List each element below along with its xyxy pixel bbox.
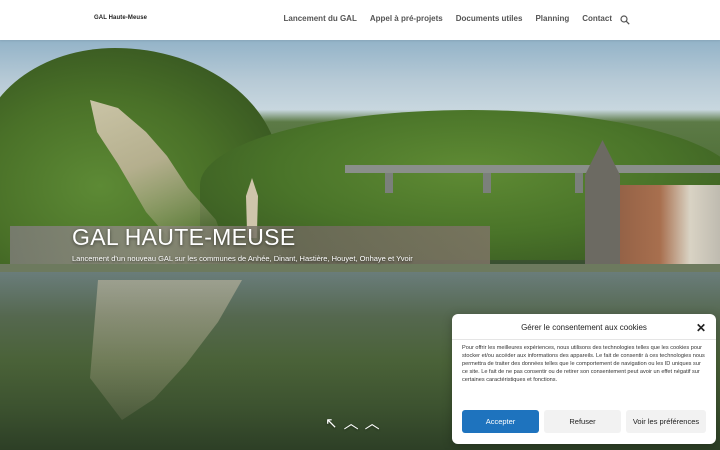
cookie-consent-dialog: Gérer le consentement aux cookies ✕ Pour… <box>452 314 716 444</box>
chevron-up-icon[interactable]: ︿ <box>365 416 380 431</box>
site-logo[interactable]: GAL Haute-Meuse <box>94 15 147 21</box>
nav-item-planning[interactable]: Planning <box>535 14 569 23</box>
hero-subtitle: Lancement d'un nouveau GAL sur les commu… <box>72 254 413 263</box>
chevron-up-icon[interactable]: ︿ <box>344 416 359 431</box>
hero-bridge-pillar <box>385 173 393 193</box>
consent-buttons: Accepter Refuser Voir les préférences <box>462 410 706 433</box>
arrow-up-left-icon[interactable]: ↖ <box>325 416 338 431</box>
hero-controls: ↖ ︿ ︿ <box>325 416 380 431</box>
nav-item-contact[interactable]: Contact <box>582 14 612 23</box>
hero-title: GAL HAUTE-MEUSE <box>72 224 296 250</box>
consent-divider <box>452 339 716 340</box>
site-header: GAL Haute-Meuse Lancement du GAL Appel à… <box>0 0 720 40</box>
main-nav: Lancement du GAL Appel à pré-projets Doc… <box>284 14 613 23</box>
accept-button[interactable]: Accepter <box>462 410 539 433</box>
consent-text: Pour offrir les meilleures expériences, … <box>462 345 705 383</box>
hero-bridge <box>345 165 720 173</box>
close-icon[interactable]: ✕ <box>696 321 706 335</box>
refuse-button[interactable]: Refuser <box>544 410 621 433</box>
nav-item-lancement[interactable]: Lancement du GAL <box>284 14 357 23</box>
hero-bridge-pillar <box>575 173 583 193</box>
nav-item-appel[interactable]: Appel à pré-projets <box>370 14 443 23</box>
search-icon[interactable] <box>620 15 630 25</box>
consent-title: Gérer le consentement aux cookies <box>521 323 647 332</box>
hero-bridge-pillar <box>483 173 491 193</box>
nav-item-documents[interactable]: Documents utiles <box>456 14 523 23</box>
preferences-button[interactable]: Voir les préférences <box>626 410 706 433</box>
